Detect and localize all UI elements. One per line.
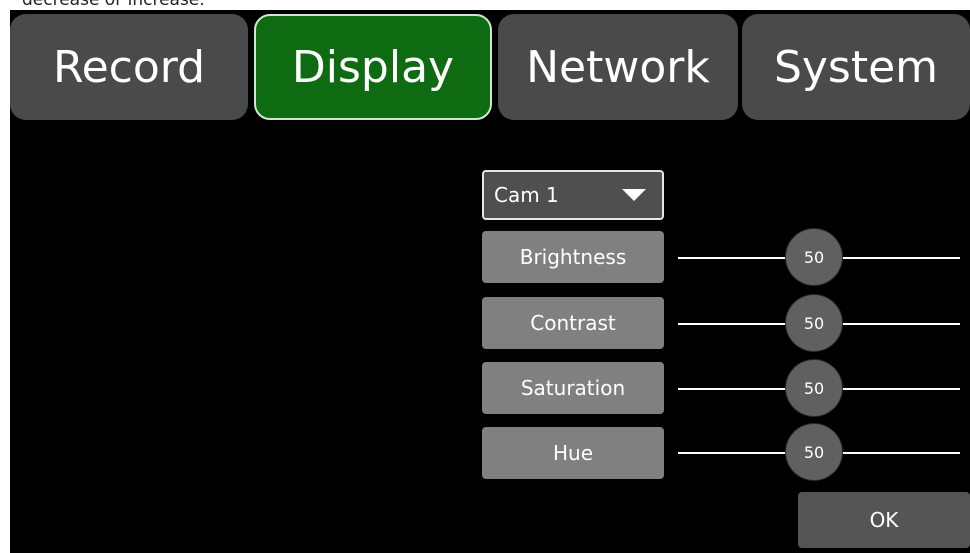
camera-select-value: Cam 1 xyxy=(494,183,559,207)
brightness-value: 50 xyxy=(803,247,825,267)
tab-display[interactable]: Display xyxy=(254,14,492,120)
saturation-button[interactable]: Saturation xyxy=(482,362,664,414)
hue-slider-knob[interactable]: 50 xyxy=(786,424,842,480)
contrast-slider-knob[interactable]: 50 xyxy=(786,295,842,351)
contrast-value: 50 xyxy=(803,313,825,333)
tab-system[interactable]: System xyxy=(742,14,970,120)
document-caption: decrease or increase. xyxy=(22,0,205,10)
hue-button[interactable]: Hue xyxy=(482,427,664,479)
brightness-button[interactable]: Brightness xyxy=(482,231,664,283)
saturation-label: Saturation xyxy=(520,376,626,400)
display-settings-screen: Record Display Network System Cam 1 Brig… xyxy=(10,10,970,553)
page: decrease or increase. Record Display Net… xyxy=(0,0,970,553)
triangle-down-icon xyxy=(622,189,646,201)
hue-label: Hue xyxy=(552,441,594,465)
camera-select[interactable]: Cam 1 xyxy=(482,170,664,220)
hue-value: 50 xyxy=(803,442,825,462)
contrast-button[interactable]: Contrast xyxy=(482,297,664,349)
tab-network[interactable]: Network xyxy=(498,14,738,120)
brightness-label: Brightness xyxy=(519,245,627,269)
ok-label: OK xyxy=(869,508,899,532)
ok-button[interactable]: OK xyxy=(798,492,970,548)
saturation-slider-knob[interactable]: 50 xyxy=(786,360,842,416)
tab-record[interactable]: Record xyxy=(10,14,248,120)
contrast-label: Contrast xyxy=(530,311,616,335)
tab-label: Record xyxy=(52,41,206,93)
saturation-value: 50 xyxy=(803,378,825,398)
tab-label: System xyxy=(773,41,939,93)
brightness-slider-knob[interactable]: 50 xyxy=(786,229,842,285)
tab-label: Network xyxy=(526,41,710,93)
tab-label: Display xyxy=(291,41,455,93)
